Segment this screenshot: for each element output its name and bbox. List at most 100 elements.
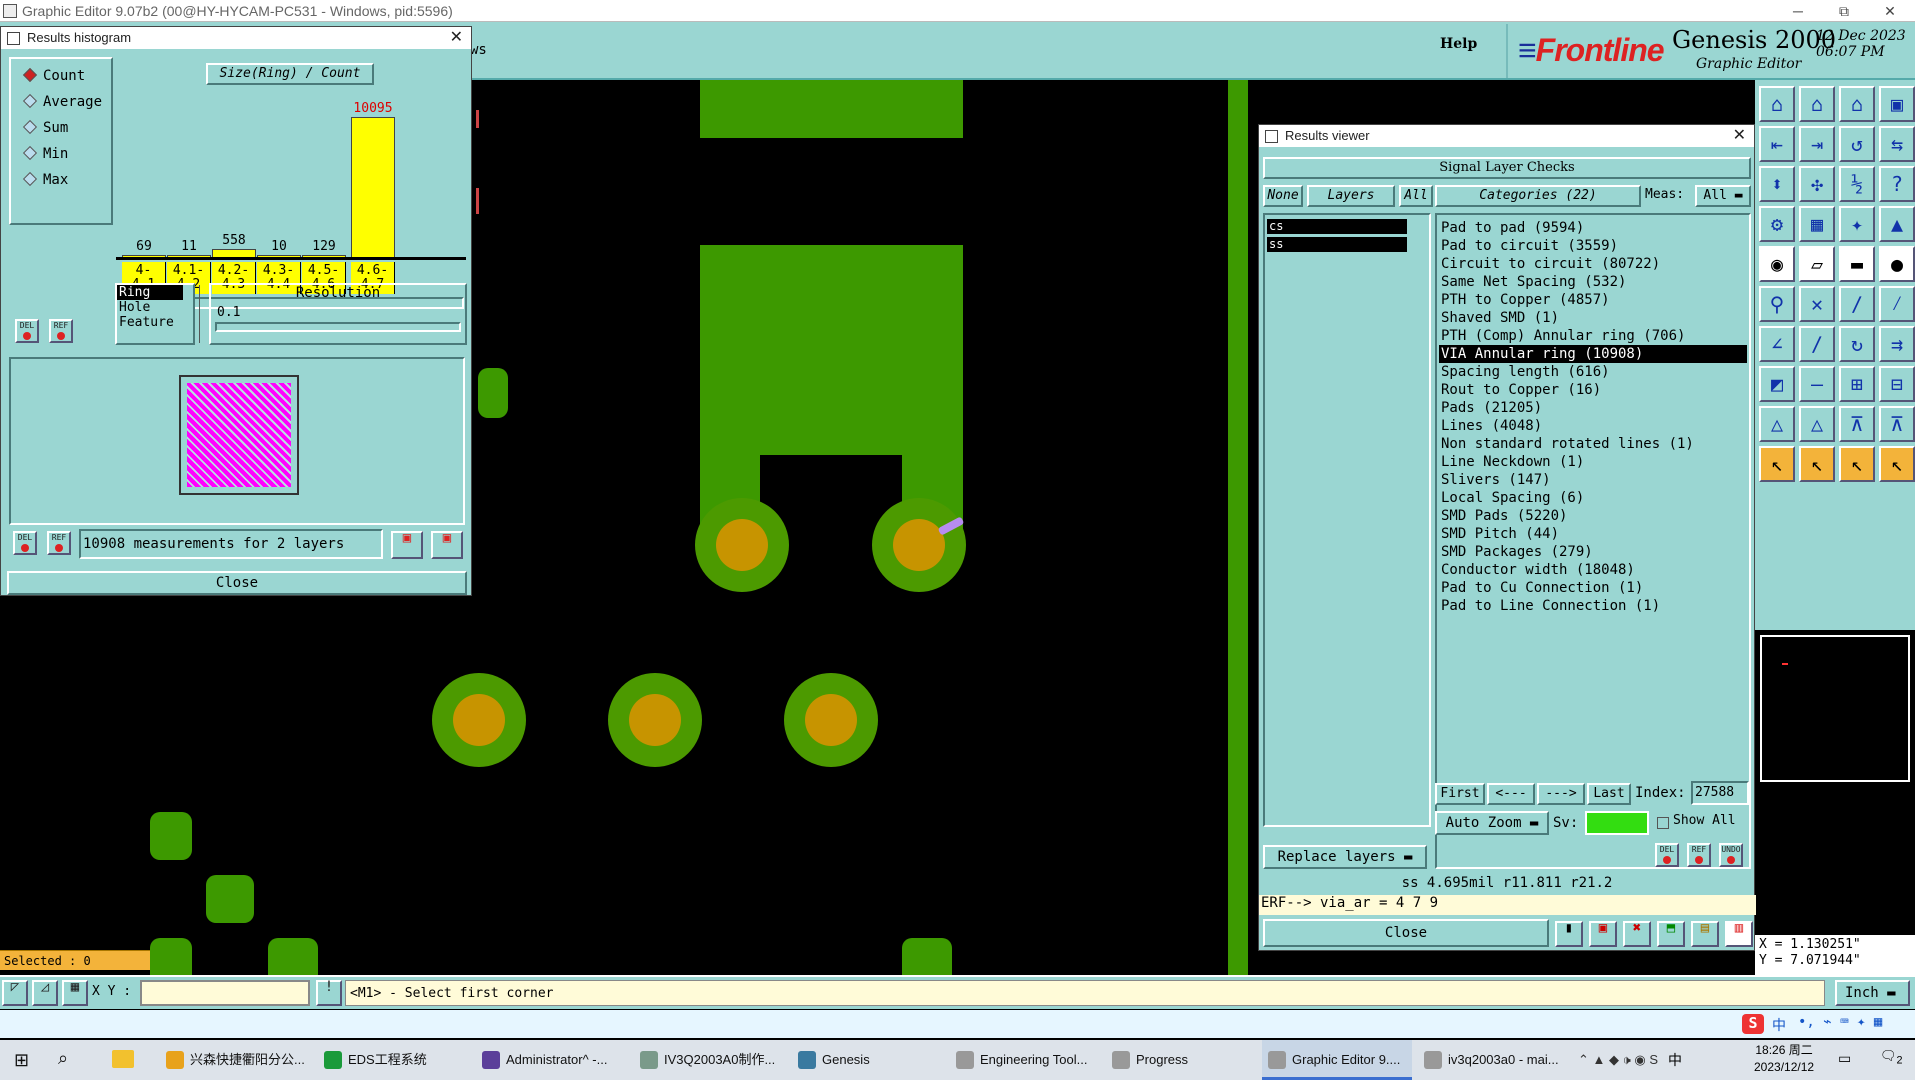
category-item[interactable]: Circuit to circuit (80722) bbox=[1439, 255, 1747, 273]
layer-icon[interactable]: ⌂ bbox=[1759, 86, 1795, 122]
viewer-ref-button[interactable]: REF bbox=[1687, 843, 1711, 867]
move-icon[interactable]: ✣ bbox=[1799, 166, 1835, 202]
category-item[interactable]: Spacing length (616) bbox=[1439, 363, 1747, 381]
taskbar-item[interactable]: EDS工程系统 bbox=[318, 1040, 468, 1080]
menu-item-partial[interactable]: ws bbox=[470, 42, 487, 58]
first-button[interactable]: First bbox=[1435, 783, 1485, 805]
help-icon[interactable]: ? bbox=[1879, 166, 1915, 202]
angle-icon[interactable]: ∠ bbox=[1759, 326, 1795, 362]
auto-zoom-menu[interactable]: Auto Zoom ▬ bbox=[1435, 811, 1549, 835]
prev-button[interactable]: <--- bbox=[1487, 783, 1535, 805]
ime-mode[interactable]: 中 bbox=[1772, 1015, 1786, 1035]
close-window-button[interactable]: ✕ bbox=[1867, 0, 1913, 22]
category-item[interactable]: SMD Pitch (44) bbox=[1439, 525, 1747, 543]
category-item[interactable]: PTH (Comp) Annular ring (706) bbox=[1439, 327, 1747, 345]
xy-input[interactable] bbox=[140, 980, 310, 1006]
tool-icon[interactable]: ✦ bbox=[1839, 206, 1875, 242]
zoom-icon[interactable]: ▣ bbox=[391, 531, 423, 559]
taskbar-item[interactable]: Genesis bbox=[792, 1040, 942, 1080]
del-button-2[interactable]: DEL bbox=[13, 531, 37, 555]
select-icon[interactable]: ◩ bbox=[1759, 366, 1795, 402]
fit-icon[interactable]: ⬍ bbox=[1759, 166, 1795, 202]
category-item[interactable]: Pad to Line Connection (1) bbox=[1439, 597, 1747, 615]
layer-icon[interactable]: ⌂ bbox=[1799, 86, 1835, 122]
arc-icon[interactable]: ⊼ bbox=[1879, 406, 1915, 442]
category-item[interactable]: Local Spacing (6) bbox=[1439, 489, 1747, 507]
left-icon[interactable]: ⇤ bbox=[1759, 126, 1795, 162]
sogou-icon[interactable]: S bbox=[1742, 1014, 1764, 1034]
measure-icon[interactable]: ◿ bbox=[32, 980, 58, 1006]
show-all-checkbox[interactable] bbox=[1657, 817, 1669, 829]
taskbar-item[interactable]: Graphic Editor 9.... bbox=[1262, 1040, 1412, 1080]
array-icon[interactable]: ⊞ bbox=[1839, 366, 1875, 402]
category-item[interactable]: Same Net Spacing (532) bbox=[1439, 273, 1747, 291]
snap-icon[interactable]: ◸ bbox=[2, 980, 28, 1006]
search-icon[interactable]: ⌕ bbox=[58, 1048, 68, 1069]
type-feature[interactable]: Feature bbox=[117, 315, 193, 330]
category-item[interactable]: Conductor width (18048) bbox=[1439, 561, 1747, 579]
category-item[interactable]: Pads (21205) bbox=[1439, 399, 1747, 417]
resolution-slider[interactable] bbox=[215, 322, 461, 332]
pointer-icon[interactable]: ↖ bbox=[1799, 446, 1835, 482]
panel-icon[interactable]: ▣ bbox=[1879, 86, 1915, 122]
last-button[interactable]: Last bbox=[1587, 783, 1631, 805]
triangle-icon[interactable]: △ bbox=[1799, 406, 1835, 442]
layers-none-button[interactable]: None bbox=[1263, 185, 1303, 207]
radio-sum[interactable]: Sum bbox=[22, 117, 68, 139]
grid-icon[interactable]: ▦ bbox=[1799, 206, 1835, 242]
category-item[interactable]: Line Neckdown (1) bbox=[1439, 453, 1747, 471]
taskbar-item[interactable]: iv3q2003a0 - mai... bbox=[1418, 1040, 1568, 1080]
notes-icon[interactable]: ▤ bbox=[1691, 921, 1719, 947]
category-item[interactable]: Pad to pad (9594) bbox=[1439, 219, 1747, 237]
triangle-icon[interactable]: △ bbox=[1759, 406, 1795, 442]
index-input[interactable]: 27588 bbox=[1691, 781, 1749, 805]
units-select[interactable]: Inch ▬ bbox=[1835, 980, 1910, 1006]
category-item[interactable]: Non standard rotated lines (1) bbox=[1439, 435, 1747, 453]
pointer-icon[interactable]: ↖ bbox=[1879, 446, 1915, 482]
tool-icon[interactable]: ▲ bbox=[1879, 206, 1915, 242]
info-icon[interactable]: ! bbox=[316, 980, 342, 1006]
taskbar-clock[interactable]: 18:26 周二 2023/12/12 bbox=[1754, 1042, 1814, 1076]
category-item[interactable]: Pad to circuit (3559) bbox=[1439, 237, 1747, 255]
category-item[interactable]: SMD Packages (279) bbox=[1439, 543, 1747, 561]
report-icon[interactable]: ▮ bbox=[1555, 921, 1583, 947]
replace-layers-menu[interactable]: Replace layers ▬ bbox=[1263, 845, 1427, 869]
ref-button-2[interactable]: REF bbox=[47, 531, 71, 555]
taskbar-item[interactable]: Administrator^ -... bbox=[476, 1040, 626, 1080]
category-item[interactable]: VIA Annular ring (10908) bbox=[1439, 345, 1747, 363]
histogram-bar[interactable] bbox=[212, 249, 256, 257]
zoom-all-icon[interactable]: ▣ bbox=[431, 531, 463, 559]
file-explorer-icon[interactable] bbox=[112, 1050, 134, 1068]
radio-count[interactable]: Count bbox=[22, 65, 85, 87]
net-icon[interactable]: ⚲ bbox=[1759, 286, 1795, 322]
home-icon[interactable]: ⌂ bbox=[1839, 86, 1875, 122]
categories-button[interactable]: Categories (22) bbox=[1435, 185, 1641, 207]
snapshot-icon[interactable]: ◉ bbox=[1759, 246, 1795, 282]
circle-icon[interactable]: ● bbox=[1879, 246, 1915, 282]
taskbar-item[interactable]: Progress bbox=[1106, 1040, 1256, 1080]
mark-icon[interactable]: ▣ bbox=[1589, 921, 1617, 947]
minimap[interactable] bbox=[1760, 635, 1910, 782]
category-item[interactable]: SMD Pads (5220) bbox=[1439, 507, 1747, 525]
type-ring[interactable]: Ring bbox=[117, 285, 183, 300]
taskbar-item[interactable]: Engineering Tool... bbox=[950, 1040, 1100, 1080]
undo-icon[interactable]: ↺ bbox=[1839, 126, 1875, 162]
viewer-close-button[interactable]: Close bbox=[1263, 919, 1549, 947]
export-icon[interactable]: ⬒ bbox=[1657, 921, 1685, 947]
grid-icon[interactable]: ▦ bbox=[62, 980, 88, 1006]
del-button[interactable]: DEL bbox=[15, 319, 39, 343]
radio-average[interactable]: Average bbox=[22, 91, 102, 113]
windows-start-icon[interactable]: ⊞ bbox=[14, 1050, 29, 1071]
histogram-bar[interactable] bbox=[351, 117, 395, 257]
tray-icons[interactable]: ⌃ ▲ ◆ 🕩 ◉ S bbox=[1578, 1052, 1658, 1068]
node-icon[interactable]: ⁄ bbox=[1879, 286, 1915, 322]
next-button[interactable]: ---> bbox=[1537, 783, 1585, 805]
right-icon[interactable]: ⇥ bbox=[1799, 126, 1835, 162]
close-icon[interactable]: ✕ bbox=[450, 27, 463, 49]
close-icon[interactable]: ✕ bbox=[1733, 125, 1746, 147]
minimize-button[interactable]: ─ bbox=[1775, 0, 1821, 22]
rotate-icon[interactable]: ↻ bbox=[1839, 326, 1875, 362]
viewer-del-button[interactable]: DEL bbox=[1655, 843, 1679, 867]
layers-button[interactable]: Layers bbox=[1307, 185, 1395, 207]
half-icon[interactable]: ½ bbox=[1839, 166, 1875, 202]
